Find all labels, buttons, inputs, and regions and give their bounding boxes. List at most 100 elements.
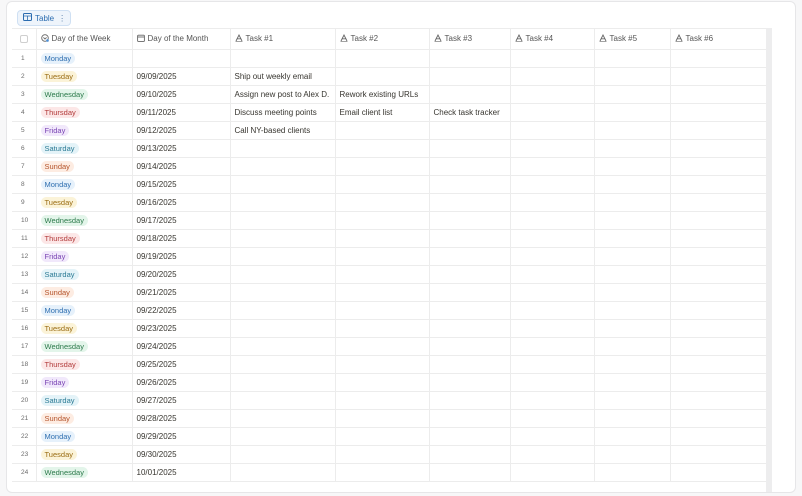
task-2-cell[interactable] (335, 355, 430, 374)
task-5-cell[interactable] (594, 445, 671, 464)
task-3-cell[interactable] (429, 121, 511, 140)
task-1-cell[interactable]: Call NY-based clients (230, 121, 336, 140)
table-row[interactable]: 2 Tuesday 09/09/2025 Ship out weekly email (12, 67, 766, 86)
task-1-cell[interactable] (230, 247, 336, 266)
header-select-all[interactable] (12, 29, 37, 50)
task-4-cell[interactable] (510, 175, 595, 194)
table-row[interactable]: 7 Sunday 09/14/2025 (12, 157, 766, 176)
task-2-cell[interactable] (335, 67, 430, 86)
task-1-cell[interactable] (230, 409, 336, 428)
task-2-cell[interactable] (335, 121, 430, 140)
task-3-cell[interactable] (429, 247, 511, 266)
table-row[interactable]: 5 Friday 09/12/2025 Call NY-based clients (12, 121, 766, 140)
table-row[interactable]: 22 Monday 09/29/2025 (12, 427, 766, 446)
day-cell[interactable]: Wednesday (36, 337, 133, 356)
date-cell[interactable]: 09/14/2025 (132, 157, 231, 176)
header-task-4[interactable]: Task #4 (510, 29, 595, 50)
date-cell[interactable]: 09/15/2025 (132, 175, 231, 194)
task-3-cell[interactable] (429, 229, 511, 248)
task-6-cell[interactable] (670, 175, 766, 194)
task-1-cell[interactable] (230, 265, 336, 284)
task-2-cell[interactable] (335, 211, 430, 230)
task-4-cell[interactable] (510, 355, 595, 374)
task-1-cell[interactable] (230, 157, 336, 176)
day-cell[interactable]: Saturday (36, 391, 133, 410)
task-5-cell[interactable] (594, 85, 671, 104)
task-5-cell[interactable] (594, 409, 671, 428)
date-cell[interactable]: 09/25/2025 (132, 355, 231, 374)
table-row[interactable]: 8 Monday 09/15/2025 (12, 175, 766, 194)
task-4-cell[interactable] (510, 193, 595, 212)
task-5-cell[interactable] (594, 175, 671, 194)
day-cell[interactable]: Tuesday (36, 67, 133, 86)
date-cell[interactable]: 09/16/2025 (132, 193, 231, 212)
task-6-cell[interactable] (670, 67, 766, 86)
task-6-cell[interactable] (670, 157, 766, 176)
task-2-cell[interactable] (335, 283, 430, 302)
task-1-cell[interactable] (230, 373, 336, 392)
task-4-cell[interactable] (510, 445, 595, 464)
task-4-cell[interactable] (510, 409, 595, 428)
task-5-cell[interactable] (594, 373, 671, 392)
table-row[interactable]: 15 Monday 09/22/2025 (12, 301, 766, 320)
task-3-cell[interactable] (429, 283, 511, 302)
task-3-cell[interactable] (429, 409, 511, 428)
date-cell[interactable]: 09/30/2025 (132, 445, 231, 464)
task-3-cell[interactable] (429, 67, 511, 86)
table-row[interactable]: 11 Thursday 09/18/2025 (12, 229, 766, 248)
task-2-cell[interactable] (335, 139, 430, 158)
table-row[interactable]: 6 Saturday 09/13/2025 (12, 139, 766, 158)
day-cell[interactable]: Wednesday (36, 85, 133, 104)
task-3-cell[interactable] (429, 319, 511, 338)
day-cell[interactable]: Tuesday (36, 319, 133, 338)
task-3-cell[interactable] (429, 139, 511, 158)
task-1-cell[interactable]: Discuss meeting points (230, 103, 336, 122)
task-4-cell[interactable] (510, 391, 595, 410)
task-4-cell[interactable] (510, 319, 595, 338)
table-row[interactable]: 13 Saturday 09/20/2025 (12, 265, 766, 284)
date-cell[interactable]: 09/29/2025 (132, 427, 231, 446)
task-5-cell[interactable] (594, 49, 671, 68)
task-1-cell[interactable] (230, 337, 336, 356)
task-5-cell[interactable] (594, 301, 671, 320)
task-3-cell[interactable] (429, 373, 511, 392)
task-6-cell[interactable] (670, 121, 766, 140)
task-6-cell[interactable] (670, 337, 766, 356)
task-1-cell[interactable] (230, 445, 336, 464)
task-5-cell[interactable] (594, 283, 671, 302)
task-2-cell[interactable]: Email client list (335, 103, 430, 122)
task-4-cell[interactable] (510, 301, 595, 320)
task-5-cell[interactable] (594, 355, 671, 374)
date-cell[interactable]: 09/23/2025 (132, 319, 231, 338)
task-1-cell[interactable] (230, 139, 336, 158)
task-5-cell[interactable] (594, 463, 671, 482)
date-cell[interactable]: 09/10/2025 (132, 85, 231, 104)
task-2-cell[interactable] (335, 157, 430, 176)
task-2-cell[interactable] (335, 49, 430, 68)
task-5-cell[interactable] (594, 121, 671, 140)
task-6-cell[interactable] (670, 301, 766, 320)
task-1-cell[interactable] (230, 49, 336, 68)
task-4-cell[interactable] (510, 121, 595, 140)
task-6-cell[interactable] (670, 319, 766, 338)
task-3-cell[interactable] (429, 445, 511, 464)
task-6-cell[interactable] (670, 409, 766, 428)
task-6-cell[interactable] (670, 265, 766, 284)
header-day-of-month[interactable]: Day of the Month (132, 29, 231, 50)
date-cell[interactable]: 09/24/2025 (132, 337, 231, 356)
table-row[interactable]: 3 Wednesday 09/10/2025 Assign new post to A… (12, 85, 766, 104)
date-cell[interactable]: 09/21/2025 (132, 283, 231, 302)
task-4-cell[interactable] (510, 103, 595, 122)
task-5-cell[interactable] (594, 103, 671, 122)
task-1-cell[interactable]: Ship out weekly email (230, 67, 336, 86)
task-3-cell[interactable] (429, 211, 511, 230)
task-4-cell[interactable] (510, 67, 595, 86)
date-cell[interactable]: 09/27/2025 (132, 391, 231, 410)
day-cell[interactable]: Saturday (36, 265, 133, 284)
date-cell[interactable]: 10/01/2025 (132, 463, 231, 482)
date-cell[interactable]: 09/26/2025 (132, 373, 231, 392)
day-cell[interactable]: Wednesday (36, 463, 133, 482)
task-3-cell[interactable] (429, 355, 511, 374)
vertical-scrollbar[interactable] (766, 28, 772, 492)
table-row[interactable]: 1 Monday (12, 49, 766, 68)
